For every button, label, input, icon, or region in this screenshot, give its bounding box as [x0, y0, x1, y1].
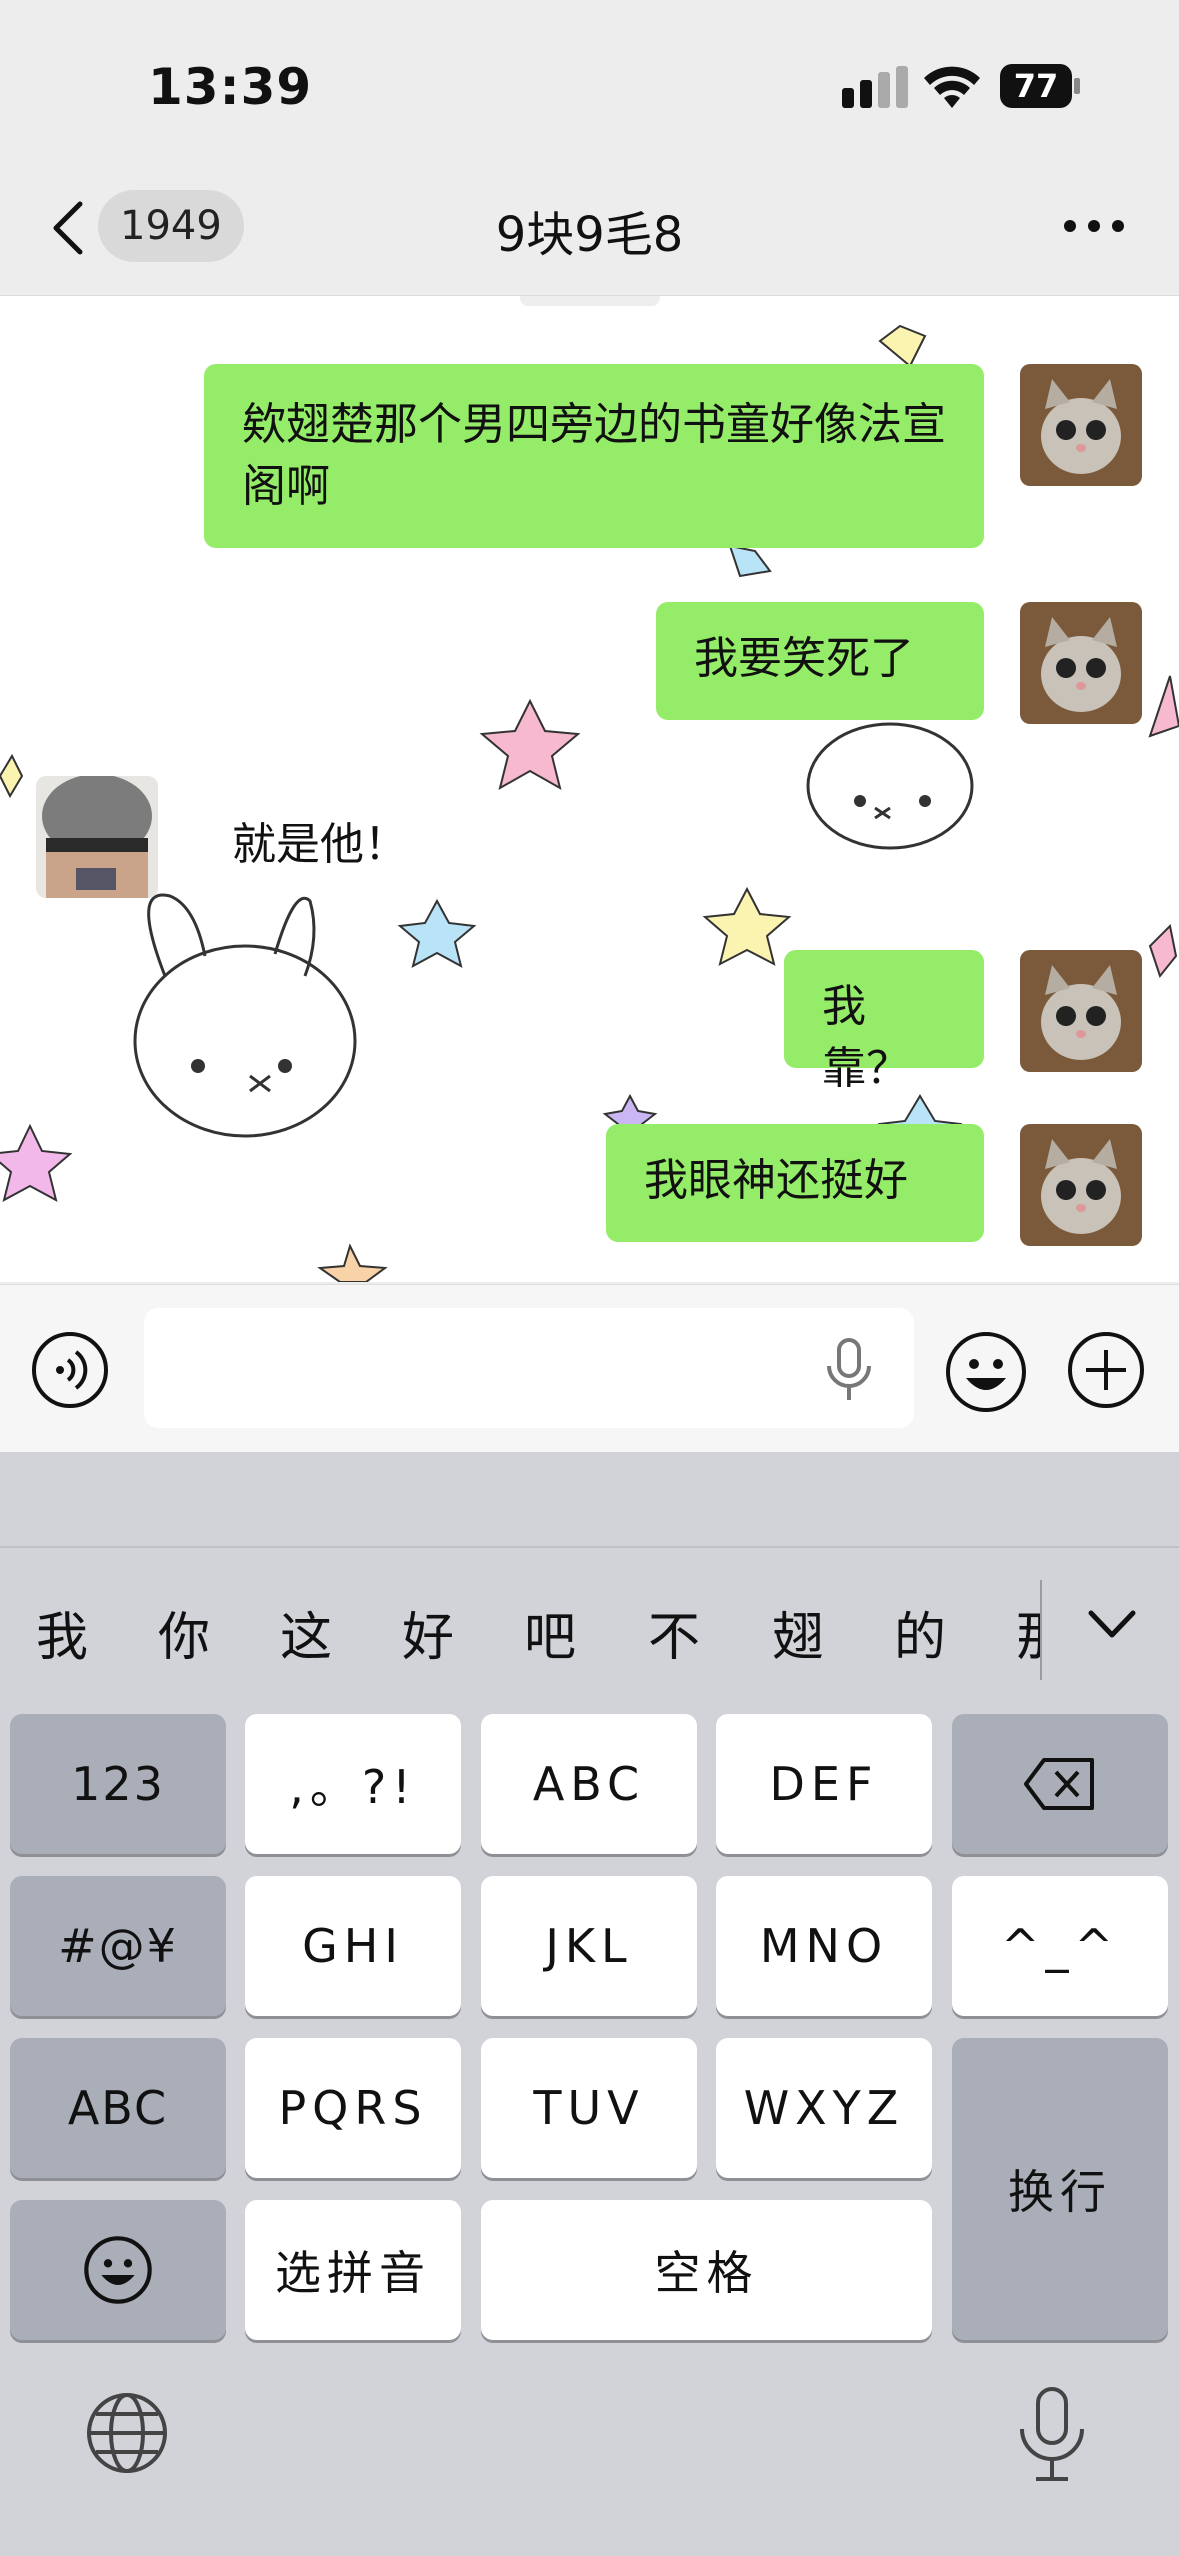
my-avatar[interactable]: [1020, 602, 1142, 724]
key-wxyz[interactable]: WXYZ: [716, 2038, 932, 2178]
battery-level: 77: [1013, 67, 1059, 105]
battery-tip: [1074, 78, 1080, 94]
dictation-microphone-icon[interactable]: [1010, 2385, 1094, 2485]
key-pqrs[interactable]: PQRS: [245, 2038, 461, 2178]
home-indicator: [0, 2530, 1179, 2556]
my-avatar[interactable]: [1020, 950, 1142, 1072]
key-symbols[interactable]: #@¥: [10, 1876, 226, 2016]
message-text-incoming[interactable]: 就是他！: [232, 808, 408, 872]
emoji-keyboard-key[interactable]: [10, 2200, 226, 2340]
candidate-word[interactable]: 不: [648, 1595, 700, 1670]
message-bubble-outgoing[interactable]: 欸翅楚那个男四旁边的书童好像法宣阁啊: [204, 364, 984, 548]
message-input[interactable]: [144, 1308, 914, 1428]
candidate-word[interactable]: 我: [36, 1595, 88, 1670]
key-abc[interactable]: ABC: [481, 1714, 697, 1854]
key-mno[interactable]: MNO: [716, 1876, 932, 2016]
voice-input-toggle-icon[interactable]: [30, 1330, 110, 1410]
key-jkl[interactable]: JKL: [481, 1876, 697, 2016]
cat-avatar-icon: [1020, 950, 1142, 1072]
key-emoticon[interactable]: ^_^: [952, 1876, 1168, 2016]
emoji-icon[interactable]: [944, 1330, 1028, 1414]
message-bubble-outgoing[interactable]: 我靠？: [784, 950, 984, 1094]
message-text: 我眼神还挺好: [644, 1155, 908, 1206]
key-punctuation[interactable]: ,。?!: [245, 1714, 461, 1854]
signal-icon: [842, 66, 908, 108]
more-options-icon[interactable]: [1062, 206, 1126, 246]
chevron-down-icon[interactable]: [1085, 1605, 1139, 1645]
key-tuv[interactable]: TUV: [481, 2038, 697, 2178]
backspace-icon: [1024, 1758, 1094, 1810]
cat-avatar-icon: [1020, 1124, 1142, 1246]
wifi-icon: [924, 66, 980, 108]
candidate-divider: [0, 1546, 1179, 1548]
return-key[interactable]: 换行: [952, 2038, 1168, 2340]
message-text: 我靠？: [822, 981, 910, 1094]
key-123[interactable]: 123: [10, 1714, 226, 1854]
candidate-word[interactable]: 这: [280, 1595, 332, 1670]
candidate-word[interactable]: 吧: [524, 1595, 576, 1670]
candidate-word[interactable]: 翅: [772, 1595, 824, 1670]
status-time: 13:39: [148, 58, 313, 116]
candidate-word[interactable]: 那: [1016, 1595, 1040, 1670]
key-ghi[interactable]: GHI: [245, 1876, 461, 2016]
battery-icon: 77: [1000, 64, 1072, 108]
emoji-icon: [84, 2236, 152, 2304]
candidate-word[interactable]: 好: [402, 1595, 454, 1670]
cat-avatar-icon: [1020, 602, 1142, 724]
more-functions-plus-icon[interactable]: [1066, 1330, 1146, 1410]
contact-avatar[interactable]: [36, 776, 158, 898]
my-avatar[interactable]: [1020, 1124, 1142, 1246]
key-abc-switch[interactable]: ABC: [10, 2038, 226, 2178]
message-bubble-outgoing[interactable]: 我要笑死了: [656, 602, 984, 720]
microphone-icon[interactable]: [824, 1338, 874, 1402]
message-timestamp: 13:37: [520, 296, 660, 306]
key-def[interactable]: DEF: [716, 1714, 932, 1854]
candidate-word[interactable]: 你: [158, 1595, 210, 1670]
message-bubble-outgoing[interactable]: 我眼神还挺好: [606, 1124, 984, 1242]
globe-icon[interactable]: [84, 2390, 170, 2476]
message-text: 欸翅楚那个男四旁边的书童好像法宣阁啊: [242, 399, 946, 512]
my-avatar[interactable]: [1020, 364, 1142, 486]
chat-area[interactable]: 13:37 欸翅楚那个男四旁边的书童好像法宣阁啊 我要笑死了: [0, 296, 1179, 1282]
backspace-key[interactable]: [952, 1714, 1168, 1854]
cat-avatar-icon: [1020, 364, 1142, 486]
person-avatar-icon: [36, 776, 158, 898]
candidate-word[interactable]: 的: [894, 1595, 946, 1670]
space-key[interactable]: 空格: [481, 2200, 932, 2340]
candidate-separator: [1040, 1580, 1042, 1680]
message-text: 我要笑死了: [694, 633, 914, 684]
chat-title: 9块9毛8: [495, 207, 684, 263]
key-select-pinyin[interactable]: 选拼音: [245, 2200, 461, 2340]
